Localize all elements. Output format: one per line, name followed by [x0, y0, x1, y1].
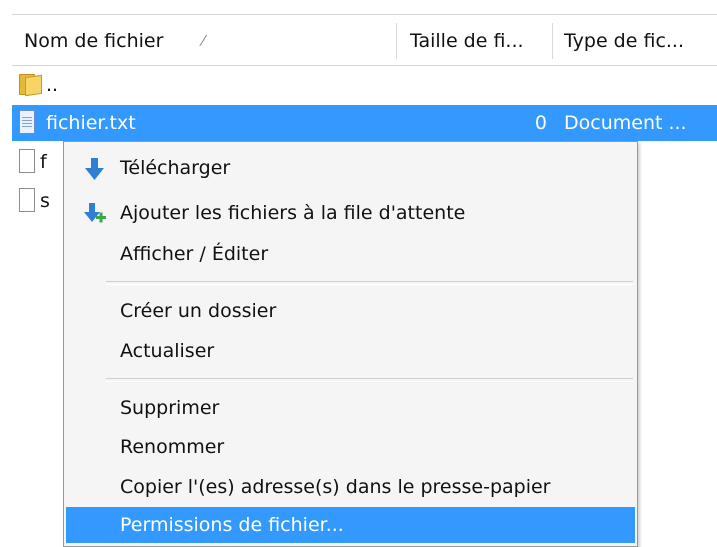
file-list-header: Nom de fichier ⁄ Taille de fi... Type de… — [12, 14, 717, 66]
menu-item-file-permissions[interactable]: Permissions de fichier... — [66, 507, 635, 543]
folder-icon — [19, 72, 42, 97]
file-icon — [19, 149, 35, 173]
menu-item-label: Renommer — [120, 436, 225, 458]
menu-item-label: Actualiser — [120, 340, 215, 362]
text-file-icon — [19, 110, 35, 134]
menu-item-refresh[interactable]: Actualiser — [66, 333, 635, 369]
menu-item-download[interactable]: Télécharger — [66, 150, 635, 186]
menu-item-label: Permissions de fichier... — [120, 514, 344, 536]
menu-item-copy-url[interactable]: Copier l'(es) adresse(s) dans le presse-… — [66, 469, 635, 505]
add-to-queue-icon — [84, 203, 106, 223]
menu-separator — [106, 378, 633, 382]
file-row-parent-directory[interactable]: .. — [12, 67, 717, 103]
column-header-size[interactable]: Taille de fi... — [410, 15, 524, 65]
menu-item-add-to-queue[interactable]: Ajouter les fichiers à la file d'attente — [66, 195, 635, 231]
menu-item-label: Supprimer — [120, 397, 220, 419]
file-type: Document ... — [564, 112, 687, 134]
menu-item-label: Créer un dossier — [120, 300, 277, 322]
menu-item-label: Afficher / Éditer — [120, 243, 269, 265]
menu-item-label: Télécharger — [120, 157, 231, 179]
file-name: .. — [46, 74, 59, 96]
file-icon — [19, 188, 35, 212]
column-header-type[interactable]: Type de fic... — [564, 15, 684, 65]
menu-item-create-folder[interactable]: Créer un dossier — [66, 293, 635, 329]
file-name: f — [40, 151, 47, 173]
menu-item-view-edit[interactable]: Afficher / Éditer — [66, 236, 635, 272]
menu-separator — [106, 281, 633, 285]
menu-item-label: Copier l'(es) adresse(s) dans le presse-… — [120, 476, 551, 498]
sort-indicator-icon: ⁄ — [202, 32, 205, 50]
menu-item-delete[interactable]: Supprimer — [66, 390, 635, 426]
column-header-name[interactable]: Nom de fichier — [24, 15, 163, 65]
menu-item-label: Ajouter les fichiers à la file d'attente — [120, 202, 466, 224]
menu-item-rename[interactable]: Renommer — [66, 429, 635, 465]
context-menu: Télécharger Ajouter les fichiers à la fi… — [63, 141, 638, 547]
column-divider[interactable] — [396, 23, 397, 59]
file-name: fichier.txt — [46, 112, 136, 134]
file-size: 0 — [534, 112, 547, 134]
download-arrow-icon — [85, 158, 104, 180]
file-row-selected[interactable]: fichier.txt 0 Document ... — [12, 105, 717, 141]
file-name: s — [40, 190, 50, 212]
column-divider[interactable] — [552, 23, 553, 59]
